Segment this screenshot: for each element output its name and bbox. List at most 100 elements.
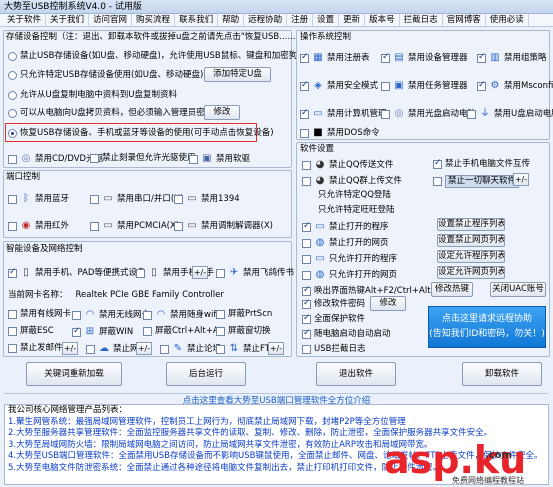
modify-hotkey-button[interactable]: 修改热键	[431, 282, 473, 297]
menu-item[interactable]: 注册	[287, 14, 314, 26]
cloud-icon: ☁	[99, 343, 109, 354]
radio[interactable]	[8, 91, 17, 100]
net-item-7[interactable]: 屏蔽Ctrl+Alt+A	[143, 326, 219, 337]
phone-assistant-toggle[interactable]: +/-	[192, 266, 208, 279]
port-item-2[interactable]: ▭ 禁用串口/并口(X)	[90, 193, 183, 205]
smart-item-1[interactable]: ▯禁用手机、PAD等便携式设备	[8, 267, 145, 279]
sw-item-7[interactable]: ▭禁止打开的程序	[302, 221, 389, 233]
sw-item-15[interactable]: USB拦截日志	[302, 344, 365, 355]
net-item-1[interactable]: 禁用有线网卡	[8, 309, 71, 320]
netdisk-toggle[interactable]: +/-	[136, 342, 152, 355]
set-allow-program-button[interactable]: 设定允许程序列表	[437, 250, 505, 263]
os-item-6[interactable]: ⚙禁用Msconfig	[477, 80, 553, 92]
port-item-3[interactable]: ▭ 禁用1394	[174, 193, 240, 205]
os-item-5[interactable]: ▣ 禁用任务管理器	[381, 80, 468, 92]
menu-item[interactable]: 访问官网	[89, 14, 133, 26]
os-item-7[interactable]: ▭禁用计算机管理	[300, 108, 387, 120]
disable-cd-dvd[interactable]: ◎ 禁用CD/DVD光驱	[8, 153, 103, 165]
os-item-1[interactable]: ▦禁用注册表	[300, 52, 370, 64]
storage-option-5[interactable]: 恢复USB存储设备、手机或蓝牙等设备的使用(可手动点击恢复设备)	[8, 128, 274, 139]
remote-help-button[interactable]: 点击这里请求远程协助 (告知我们ID和密码，勿关！)	[428, 306, 546, 348]
set-block-program-button[interactable]: 设置禁止程序列表	[437, 218, 505, 231]
chat-toggle[interactable]: +/-	[513, 173, 529, 186]
checkbox[interactable]	[8, 154, 17, 164]
email-toggle[interactable]: +/-	[62, 342, 78, 355]
sw-item-3[interactable]: ◕ 禁止QQ群上传文件	[302, 175, 402, 187]
sw-item-2[interactable]: 禁止手机电脑文件互传	[433, 158, 530, 170]
port-item-4[interactable]: ◉ 禁用红外	[8, 220, 69, 232]
storage-modify-button[interactable]: 修改	[204, 105, 240, 120]
background-run-button[interactable]: 后台运行	[166, 362, 246, 386]
radio[interactable]	[8, 71, 17, 80]
net-item-4[interactable]: 屏蔽PrtScn	[216, 309, 272, 320]
storage-option-1[interactable]: 禁止USB存储设备(如U盘、移动硬盘)，允许使用USB鼠标、键盘和加密狗	[8, 51, 297, 62]
sw-item-8[interactable]: ◍ 禁止打开的网页	[302, 237, 389, 249]
menu-item[interactable]: 关于我们	[46, 14, 90, 26]
menu-item[interactable]: 拦截日志	[400, 14, 443, 26]
uninstall-software-button[interactable]: 卸载软件	[462, 362, 542, 386]
sw-item-4[interactable]: 禁止一切聊天软件	[433, 175, 520, 188]
storage-option-3[interactable]: 允许从U盘复制电脑中资料到U盘复制资料	[8, 90, 177, 101]
sw-item-10[interactable]: ◍ 只允许打开的网页	[302, 269, 397, 281]
disable-floppy[interactable]: ▣ 禁用软驱	[189, 153, 250, 165]
port-item-5[interactable]: ▭ 禁用PCMCIA(X)	[90, 220, 179, 232]
menu-item[interactable]: 更新	[339, 14, 366, 26]
net-item-8[interactable]: 屏蔽窗切换	[216, 326, 271, 337]
os-item-8[interactable]: ◎ 禁用光盘启动电脑	[381, 108, 476, 120]
menu-item[interactable]: 远程协助	[244, 14, 288, 26]
checkbox[interactable]	[90, 154, 99, 163]
menu-item[interactable]: 购买流程	[132, 14, 176, 26]
net-item-6[interactable]: ⊞屏蔽WIN	[72, 326, 133, 338]
menu-item[interactable]: 设置	[313, 14, 340, 26]
storage-option-4[interactable]: 可以从电脑向U盘拷贝资料，但必须输入管理员密码	[8, 108, 213, 119]
menu-item[interactable]: 版本号	[365, 14, 400, 26]
radio[interactable]	[8, 129, 17, 138]
modify-password-button[interactable]: 修改	[370, 296, 406, 311]
sw-item-6[interactable]: 只允许特定旺旺登陆	[318, 205, 395, 216]
close-uac-button[interactable]: 关闭UAC账号	[490, 282, 546, 297]
ftp-toggle[interactable]: +/-	[268, 342, 284, 355]
network-adapter: 当前网卡名称： Realtek PCIe GBE Family Controlle…	[8, 290, 224, 300]
net-item-9[interactable]: 禁止发邮件	[8, 343, 63, 354]
os-item-2[interactable]: ▤禁用设备管理器	[381, 52, 468, 64]
storage-option-2[interactable]: 只允许特定USB存储设备使用(如U盘、移动硬盘)	[8, 70, 203, 81]
set-block-web-button[interactable]: 设置禁止网页列表	[437, 234, 505, 247]
infrared-icon: ◉	[21, 220, 31, 231]
phone-assistant-icon: ▯	[151, 267, 157, 278]
net-item-2[interactable]: ◠ 禁用无线网卡	[72, 309, 150, 321]
menu-item[interactable]: 官网博客	[443, 14, 486, 26]
add-specific-usb-button[interactable]: 添加特定U盘	[204, 67, 271, 82]
net-item-3[interactable]: ◠ 禁用随身wifi	[143, 309, 219, 321]
net-item-11[interactable]: ✎ 禁止论坛	[160, 343, 221, 355]
os-item-4[interactable]: ◈禁用安全模式	[300, 80, 378, 92]
port-item-1[interactable]: ᛒ 禁用蓝牙	[8, 193, 69, 205]
menu-item[interactable]: 使用必读	[486, 14, 529, 26]
menu-item[interactable]: 联系我们	[175, 14, 219, 26]
smart-panel-title: 智能设备及网络控制	[6, 244, 83, 254]
bluetooth-icon: ᛒ	[23, 193, 29, 204]
radio[interactable]	[8, 109, 17, 118]
checkbox[interactable]	[189, 154, 198, 164]
os-item-10[interactable]: ■ 禁用DOS命令	[300, 127, 380, 139]
menu-item[interactable]: 关于软件	[3, 14, 47, 26]
product-info-line[interactable]: 1.聚生网管系统：最强局域网管理软件，控制员工上网行为，彻底禁止局域网下载，封堵…	[5, 417, 548, 429]
os-item-9[interactable]: ⏚禁用U盘启动电脑	[467, 108, 553, 120]
set-allow-web-button[interactable]: 设定允许网页列表	[437, 266, 505, 279]
disable-burning[interactable]: 禁止刻录但允许光驱使用	[90, 153, 196, 164]
radio[interactable]	[8, 52, 17, 61]
sw-item-14[interactable]: 随电脑启动自动启动	[302, 328, 391, 340]
net-item-5[interactable]: 屏蔽ESC	[8, 326, 54, 337]
port-item-6[interactable]: ▭ 禁用调制解调器(X)	[174, 220, 273, 232]
reload-keywords-button[interactable]: 关键词重新加载	[26, 362, 122, 386]
sw-item-5[interactable]: 只允许特定QQ登陆	[318, 190, 391, 201]
sw-item-1[interactable]: ◕ 禁止QQ传送文件	[302, 159, 393, 171]
sw-item-9[interactable]: ▭ 只允许打开的程序	[302, 253, 397, 265]
smart-item-3[interactable]: ✈ 禁用飞鸽传书	[216, 267, 294, 279]
os-item-3[interactable]: ▥禁用组策略	[477, 52, 547, 64]
net-item-12[interactable]: ⇅ 禁止FTP	[216, 343, 275, 355]
exit-software-button[interactable]: 退出软件	[316, 362, 396, 386]
menu-item[interactable]: 帮助	[218, 14, 245, 26]
sw-item-12[interactable]: 修改软件密码	[302, 298, 365, 310]
sw-item-13[interactable]: 全面保护软件	[302, 313, 365, 325]
feige-icon: ✈	[229, 267, 239, 278]
